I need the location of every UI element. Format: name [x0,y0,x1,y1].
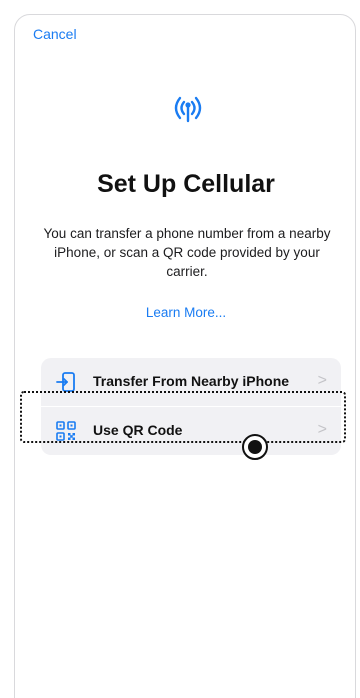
setup-options-list: Transfer From Nearby iPhone > Use QR Cod… [41,358,341,455]
setup-cellular-sheet: Cancel Set Up Cellular You can transfer … [14,14,356,698]
option-label: Use QR Code [93,422,183,438]
learn-more-link[interactable]: Learn More... [15,305,357,320]
cellular-antenna-icon [174,96,202,123]
screen: Cancel Set Up Cellular You can transfer … [0,0,360,698]
transfer-phone-icon [56,372,75,392]
page-title: Set Up Cellular [97,170,275,198]
chevron-right-icon: > [317,372,327,389]
chevron-right-icon: > [317,421,327,438]
tap-cursor [242,434,268,460]
cancel-button[interactable]: Cancel [33,26,77,42]
description-text: You can transfer a phone number from a n… [43,226,331,279]
use-qr-code-option[interactable]: Use QR Code > [41,407,341,455]
option-label: Transfer From Nearby iPhone [93,373,290,389]
qr-code-icon [56,421,76,441]
transfer-from-nearby-iphone-option[interactable]: Transfer From Nearby iPhone > [41,358,341,406]
